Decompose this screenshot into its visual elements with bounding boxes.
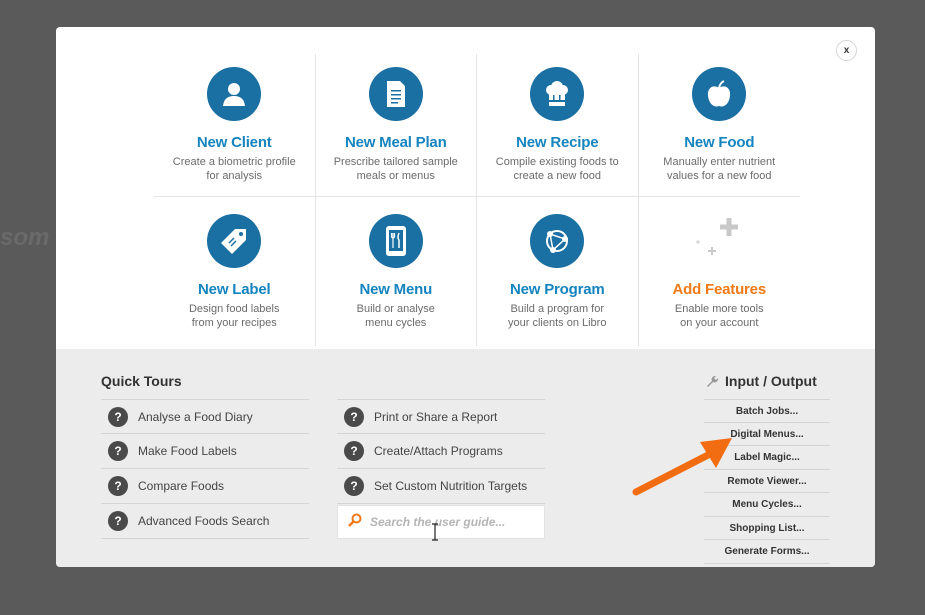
network-icon [530, 214, 585, 268]
quick-tours-column-1: ? Analyse a Food Diary ? Make Food Labels … [101, 399, 309, 539]
question-icon: ? [108, 406, 128, 427]
tile-description: Build or analyse menu cycles [356, 303, 435, 329]
input-output-title: Input / Output [706, 373, 817, 389]
tour-link[interactable]: ? Print or Share a Report [337, 399, 545, 434]
text-cursor-icon [432, 523, 438, 541]
tile-new-program[interactable]: New Program Build a program for your clie… [477, 197, 639, 346]
tile-new-client[interactable]: New Client Create a biometric profile for… [154, 54, 316, 196]
io-link[interactable]: Generate Forms... [704, 540, 830, 564]
tile-description: Create a biometric profile for analysis [172, 156, 296, 182]
search-icon [348, 513, 362, 532]
tile-title: New Meal Plan [344, 134, 447, 151]
io-link[interactable]: Shopping List... [704, 517, 830, 540]
question-icon: ? [344, 441, 364, 461]
person-icon [207, 67, 262, 121]
question-icon: ? [344, 406, 364, 427]
tile-new-food[interactable]: New Food Manually enter nutrient values f… [639, 54, 801, 196]
io-link[interactable]: Batch Jobs... [704, 399, 830, 423]
background-text: som [0, 224, 50, 251]
tour-link[interactable]: ? Make Food Labels [101, 434, 309, 469]
document-icon [368, 67, 423, 121]
tile-title: New Label [198, 281, 271, 298]
tile-new-label[interactable]: New Label Design food labels from your re… [154, 197, 316, 346]
bottom-panel: Quick Tours ? Analyse a Food Diary ? Make … [56, 349, 875, 567]
quick-tours-column-2: ? Print or Share a Report ? Create/Attach … [337, 399, 545, 539]
create-grid: New Client Create a biometric profile for… [154, 54, 800, 346]
annotation-arrow-icon [632, 438, 732, 496]
apple-icon [692, 67, 747, 121]
tile-description: Build a program for your clients on Libro [508, 303, 607, 329]
tile-new-recipe[interactable]: New Recipe Compile existing foods to crea… [477, 54, 639, 196]
question-icon: ? [108, 441, 128, 461]
tour-link[interactable]: ? Set Custom Nutrition Targets [337, 469, 545, 504]
tile-new-menu[interactable]: New Menu Build or analyse menu cycles [316, 197, 477, 346]
tile-title: New Recipe [516, 134, 599, 151]
tile-title: New Program [510, 281, 605, 298]
tile-title: New Menu [359, 281, 433, 298]
tile-title: Add Features [672, 281, 767, 298]
tour-link[interactable]: ? Advanced Foods Search [101, 504, 309, 539]
tile-description: Design food labels from your recipes [188, 303, 280, 329]
tag-icon [207, 214, 262, 268]
user-guide-search-input[interactable]: Search the user guide... [337, 505, 545, 539]
quick-tours-title: Quick Tours [101, 373, 182, 389]
question-icon: ? [108, 511, 128, 531]
tile-description: Prescribe tailored sample meals or menus [333, 156, 458, 182]
question-icon: ? [108, 476, 128, 496]
wrench-icon [707, 375, 719, 387]
tile-description: Enable more tools on your account [674, 303, 764, 329]
question-icon: ? [344, 476, 364, 496]
chef-hat-icon [530, 67, 585, 121]
tour-link[interactable]: ? Create/Attach Programs [337, 434, 545, 469]
tablet-cutlery-icon [368, 214, 423, 268]
close-button[interactable]: x [836, 40, 857, 61]
tile-add-features[interactable]: Add Features Enable more tools on your ac… [639, 197, 801, 346]
plus-icon [689, 214, 749, 268]
new-item-modal: x New Client Create a biometric profile f… [56, 27, 875, 567]
tile-description: Manually enter nutrient values for a new … [663, 156, 776, 182]
tile-new-meal-plan[interactable]: New Meal Plan Prescribe tailored sample m… [316, 54, 477, 196]
tile-description: Compile existing foods to create a new fo… [495, 156, 619, 182]
tour-link[interactable]: ? Compare Foods [101, 469, 309, 504]
tile-title: New Food [684, 134, 755, 151]
tour-link[interactable]: ? Analyse a Food Diary [101, 399, 309, 434]
tile-title: New Client [196, 134, 272, 151]
